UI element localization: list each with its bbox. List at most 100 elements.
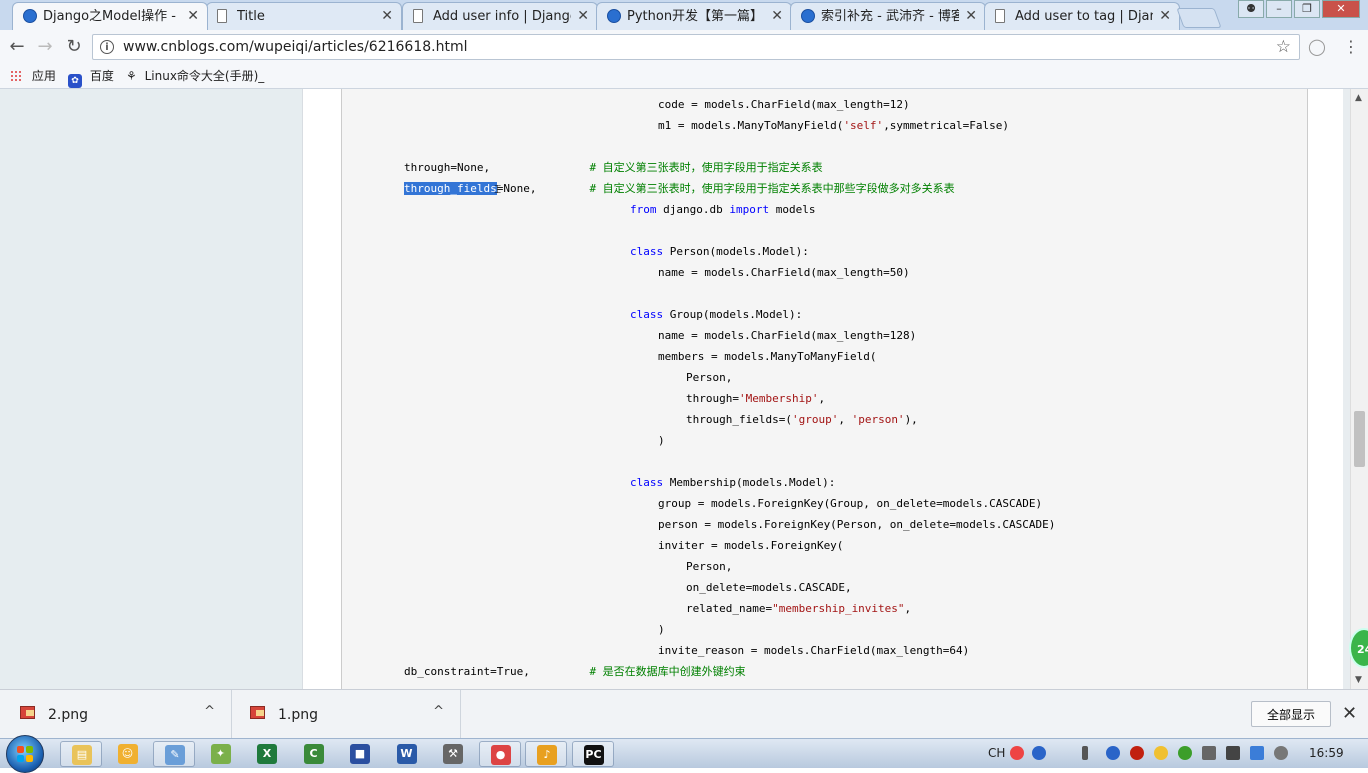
clock[interactable]: 16:59 [1309,746,1344,760]
taskbar-app[interactable]: ☺ [107,741,149,767]
notepad-icon: ✎ [165,745,185,765]
code-text: through= [686,392,739,405]
back-arrow-icon[interactable]: ← [6,36,28,58]
taskbar-app[interactable]: ♪ [525,741,567,767]
minimize-button[interactable]: – [1266,0,1292,18]
display-icon[interactable] [1226,746,1240,760]
bookmark-linux[interactable]: ⚘ Linux命令大全(手册)_ [126,67,264,85]
code-text: related_name= [686,602,773,615]
menu-icon[interactable]: ⋮ [1340,36,1362,58]
taskbar-app[interactable]: W [386,741,428,767]
tab-close-icon[interactable]: ✕ [577,8,589,24]
taskbar-app[interactable]: ■ [339,741,381,767]
close-icon[interactable]: ✕ [1342,703,1357,724]
record-icon[interactable] [1130,746,1144,760]
reload-icon[interactable]: ↻ [63,36,85,58]
info-icon[interactable]: i [100,40,114,54]
taskbar-app[interactable]: ▤ [60,741,102,767]
code-keyword: class [630,476,664,489]
security-icon[interactable] [1178,746,1192,760]
excel-icon: X [257,744,277,764]
tab-title: Django之Model操作 - [43,9,176,24]
forward-arrow-icon[interactable]: → [34,36,56,58]
browser-tab[interactable]: Add user info | Django ✕ [402,2,598,30]
download-item[interactable]: 2.png ^ [0,690,232,738]
tab-close-icon[interactable]: ✕ [965,8,977,24]
browser-tab[interactable]: Add user to tag | Djang ✕ [984,2,1180,30]
bookmark-baidu[interactable]: ✿ 百度 [68,67,114,88]
start-button[interactable] [6,735,44,773]
bookmark-star-icon[interactable]: ☆ [1276,37,1291,57]
code-comment: # 自定义第三张表时，使用字段用于指定关系表中那些字段做多对多关系表 [589,182,955,195]
volume-icon[interactable] [1274,746,1288,760]
code-text: django.db [656,203,730,216]
taskbar-app[interactable]: ✦ [200,741,242,767]
sogou-icon[interactable] [1010,746,1024,760]
code-text: code = models.CharField(max_length=12) [658,98,910,111]
code-text: ), [904,413,918,426]
image-file-icon [250,706,265,719]
pycharm-icon: PC [583,745,604,765]
cnblogs-favicon [801,9,815,23]
tab-close-icon[interactable]: ✕ [771,8,783,24]
bookmark-label: Linux命令大全(手册)_ [144,69,265,83]
code-line: Person, [686,371,732,385]
tab-close-icon[interactable]: ✕ [187,8,199,24]
tab-close-icon[interactable]: ✕ [1159,8,1171,24]
download-item[interactable]: 1.png ^ [230,690,461,738]
scroll-up-icon[interactable]: ▲ [1355,93,1362,103]
help-icon[interactable] [1032,746,1046,760]
code-text: through_fields=( [686,413,792,426]
camtasia-icon: C [303,744,324,764]
bookmark-apps[interactable]: 应用 [10,67,56,85]
taskbar-app[interactable]: ⚒ [432,741,474,767]
scroll-down-icon[interactable]: ▼ [1355,675,1362,685]
scrollbar-thumb[interactable] [1354,411,1365,467]
code-text: Group(models.Model): [663,308,803,321]
chevron-up-icon[interactable]: ^ [433,704,444,719]
taskbar-app[interactable]: X [246,741,288,767]
network-icon[interactable] [1106,746,1120,760]
code-keyword: import [729,203,770,216]
taskbar-app[interactable]: PC [571,741,614,767]
profile-icon[interactable]: ⚉ [1238,0,1264,18]
code-text: , [818,392,826,405]
extension-icon[interactable]: ◯ [1306,36,1328,58]
code-line: name = models.CharField(max_length=128) [658,329,916,343]
cnblogs-favicon [23,9,37,23]
browser-tab[interactable]: Python开发【第一篇】 ✕ [596,2,792,30]
browser-tab[interactable]: 索引补充 - 武沛齐 - 博客 ✕ [790,2,986,30]
device-icon[interactable] [1202,746,1216,760]
audio-icon: ♪ [537,745,557,765]
page-icon [217,9,227,23]
code-text: =None, [496,182,590,195]
save-icon: ■ [350,744,370,764]
code-text: name = models.CharField(max_length=50) [658,266,910,279]
tray-app-icon[interactable] [1154,746,1168,760]
code-line: ) [658,434,665,448]
new-tab-button[interactable] [1176,8,1222,28]
chevron-up-icon[interactable]: ^ [204,704,215,719]
window-close-button[interactable]: ✕ [1322,0,1360,18]
taskbar-app[interactable]: ✎ [153,741,195,767]
flag-icon[interactable] [1250,746,1264,760]
pin-icon[interactable] [1082,746,1088,760]
input-language[interactable]: CH [988,746,1005,760]
tab-close-icon[interactable]: ✕ [381,8,393,24]
bookmark-label: 百度 [89,69,114,83]
code-line: on_delete=models.CASCADE, [686,581,852,595]
taskbar-app[interactable]: ● [478,741,521,767]
tab-title: Title [237,9,265,24]
image-file-icon [20,706,35,719]
restore-button[interactable]: ❐ [1294,0,1320,18]
code-text: through=None, [404,161,590,174]
taskbar-app[interactable]: C [293,741,335,767]
code-string: 'group' [791,413,839,426]
code-text: invite_reason = models.CharField(max_len… [658,644,970,657]
browser-tab[interactable]: Title ✕ [206,2,402,30]
address-bar[interactable]: i www.cnblogs.com/wupeiqi/articles/62166… [92,34,1300,60]
browser-tab[interactable]: Django之Model操作 - ✕ [12,2,208,30]
show-all-button[interactable]: 全部显示 [1251,701,1331,727]
vertical-scrollbar[interactable]: ▲ ▼ [1350,89,1368,689]
code-line: through='Membership', [686,392,825,406]
